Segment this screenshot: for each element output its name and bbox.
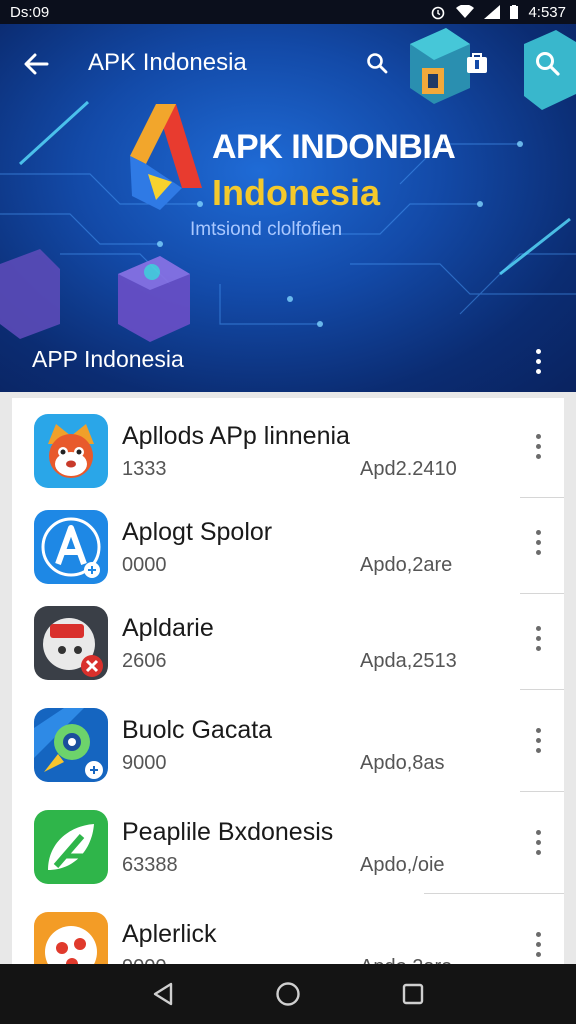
app-count: 1333 xyxy=(122,458,167,480)
recents-square-icon xyxy=(403,983,424,1005)
app-meta: Apdo,/oie xyxy=(360,854,445,876)
item-more-button[interactable] xyxy=(524,428,552,464)
letter-a-icon xyxy=(34,510,108,584)
back-button[interactable] xyxy=(18,46,54,82)
search-button[interactable] xyxy=(362,48,392,78)
banner-title: APK INDONBIA xyxy=(212,128,456,166)
nav-back-button[interactable] xyxy=(143,974,183,1014)
more-vert-icon xyxy=(535,348,541,374)
app-meta: Apdo,8as xyxy=(360,752,445,774)
green-leaf-icon xyxy=(34,810,108,884)
nav-recents-button[interactable] xyxy=(393,974,433,1014)
banner-tagline: Imtsiond clolfofien xyxy=(190,219,343,240)
section-title: APP Indonesia xyxy=(32,346,184,372)
shopping-bag-button[interactable] xyxy=(462,48,492,78)
nav-home-button[interactable] xyxy=(268,974,308,1014)
app-name: Aplerlick xyxy=(122,920,217,948)
more-vert-icon xyxy=(535,433,541,459)
list-item[interactable]: Apllods APp linnenia 1333 Apd2.2410 xyxy=(12,398,564,498)
orange-dots-icon xyxy=(34,912,108,964)
list-item[interactable]: Peaplile Bxdonesis 63388 Apdo,/oie xyxy=(12,794,564,894)
divider xyxy=(520,689,564,690)
app-list: Apllods APp linnenia 1333 Apd2.2410 Aplo… xyxy=(12,398,564,964)
more-vert-icon xyxy=(535,829,541,855)
back-arrow-icon xyxy=(24,53,49,75)
item-more-button[interactable] xyxy=(524,824,552,860)
item-more-button[interactable] xyxy=(524,722,552,758)
list-item[interactable]: Buolc Gacata 9000 Apdo,8as xyxy=(12,692,564,792)
app-meta: Apdo,2are xyxy=(360,956,452,964)
status-bar: Ds:09 4:537 xyxy=(0,0,576,24)
home-circle-icon xyxy=(276,982,300,1006)
banner-subtitle: Indonesia xyxy=(212,172,381,213)
app-name: Aplogt Spolor xyxy=(122,518,273,546)
list-item[interactable]: Aplerlick 9000 Apdo,2are xyxy=(12,896,564,964)
item-more-button[interactable] xyxy=(524,524,552,560)
app-count: 2606 xyxy=(122,650,167,672)
search-icon xyxy=(536,52,560,76)
mascot-icon xyxy=(34,414,108,488)
status-time: Ds:09 xyxy=(10,3,50,21)
alarm-icon xyxy=(430,4,446,20)
list-item[interactable]: Apldarie 2606 Apda,2513 xyxy=(12,590,564,690)
app-count: 63388 xyxy=(122,854,178,876)
more-vert-icon xyxy=(535,727,541,753)
item-more-button[interactable] xyxy=(524,620,552,656)
shopping-bag-icon xyxy=(467,53,487,73)
more-vert-icon xyxy=(535,625,541,651)
signal-icon xyxy=(484,5,501,19)
divider xyxy=(520,791,564,792)
toolbar-title: APK Indonesia xyxy=(88,49,247,76)
apk-logo-icon xyxy=(130,104,202,210)
app-name: Peaplile Bxdonesis xyxy=(122,818,334,846)
list-item[interactable]: Aplogt Spolor 0000 Apdo,2are xyxy=(12,494,564,594)
more-vert-icon xyxy=(535,931,541,957)
divider xyxy=(424,893,564,894)
search-icon xyxy=(367,53,388,74)
app-count: 9000 xyxy=(122,752,167,774)
app-count: 9000 xyxy=(122,956,167,964)
wifi-icon xyxy=(456,5,475,19)
app-count: 0000 xyxy=(122,554,167,576)
section-more-button[interactable] xyxy=(524,346,552,376)
app-header-banner: APK Indonesia APK INDONBIA Indonesia Imt… xyxy=(0,24,576,392)
more-vert-icon xyxy=(535,529,541,555)
app-name: Apldarie xyxy=(122,614,214,642)
system-nav-bar xyxy=(0,964,576,1024)
app-meta: Apda,2513 xyxy=(360,650,457,672)
battery-icon xyxy=(510,5,519,19)
app-meta: Apd2.2410 xyxy=(360,458,457,480)
app-name: Buolc Gacata xyxy=(122,716,273,744)
item-more-button[interactable] xyxy=(524,926,552,962)
map-pin-icon xyxy=(34,708,108,782)
back-triangle-icon xyxy=(153,982,172,1006)
search-button-secondary[interactable] xyxy=(530,46,564,80)
app-name: Apllods APp linnenia xyxy=(122,422,350,450)
app-meta: Apdo,2are xyxy=(360,554,453,576)
status-right-text: 4:537 xyxy=(528,3,566,21)
robot-face-icon xyxy=(34,606,108,680)
